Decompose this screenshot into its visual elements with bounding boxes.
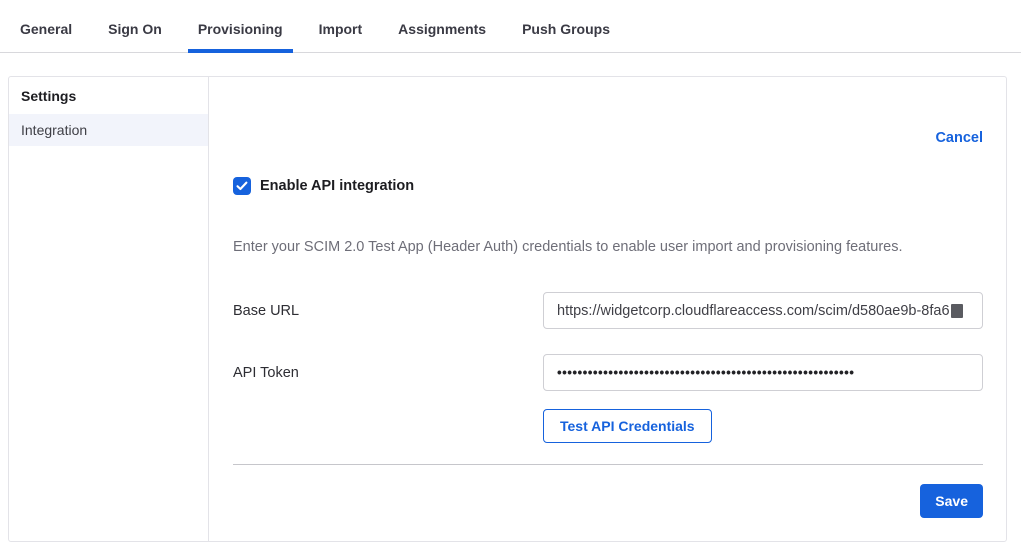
base-url-label: Base URL: [233, 303, 543, 319]
api-token-masked-value: ••••••••••••••••••••••••••••••••••••••••…: [557, 365, 854, 380]
api-token-label: API Token: [233, 365, 543, 381]
base-url-row: Base URL https://widgetcorp.cloudflareac…: [233, 292, 983, 329]
tab-sign-on[interactable]: Sign On: [98, 0, 172, 53]
text-cursor-block: [951, 304, 963, 318]
api-token-input[interactable]: ••••••••••••••••••••••••••••••••••••••••…: [543, 354, 983, 391]
check-icon: [236, 181, 248, 191]
tab-assignments[interactable]: Assignments: [388, 0, 496, 53]
app-tab-bar: General Sign On Provisioning Import Assi…: [0, 0, 1021, 53]
enable-api-row: Enable API integration: [233, 177, 983, 195]
enable-api-checkbox[interactable]: [233, 177, 251, 195]
tab-general[interactable]: General: [10, 0, 82, 53]
base-url-value: https://widgetcorp.cloudflareaccess.com/…: [557, 303, 950, 319]
save-button[interactable]: Save: [920, 484, 983, 518]
tab-provisioning[interactable]: Provisioning: [188, 0, 293, 53]
sidebar-item-integration[interactable]: Integration: [9, 114, 208, 146]
test-credentials-row: Test API Credentials: [233, 409, 983, 443]
sidebar-heading: Settings: [9, 77, 208, 114]
provisioning-panel: Settings Integration Cancel Enable API i…: [8, 76, 1007, 542]
section-divider: [233, 464, 983, 465]
credentials-description: Enter your SCIM 2.0 Test App (Header Aut…: [233, 239, 983, 255]
base-url-input[interactable]: https://widgetcorp.cloudflareaccess.com/…: [543, 292, 983, 329]
cancel-link[interactable]: Cancel: [935, 130, 983, 146]
enable-api-label[interactable]: Enable API integration: [260, 178, 414, 194]
settings-sidebar: Settings Integration: [9, 77, 209, 541]
tab-import[interactable]: Import: [309, 0, 373, 53]
integration-settings-content: Cancel Enable API integration Enter your…: [209, 77, 1007, 541]
test-api-credentials-button[interactable]: Test API Credentials: [543, 409, 712, 443]
save-row: Save: [233, 484, 983, 518]
cancel-row: Cancel: [233, 130, 983, 146]
api-token-row: API Token ••••••••••••••••••••••••••••••…: [233, 354, 983, 391]
tab-push-groups[interactable]: Push Groups: [512, 0, 620, 53]
